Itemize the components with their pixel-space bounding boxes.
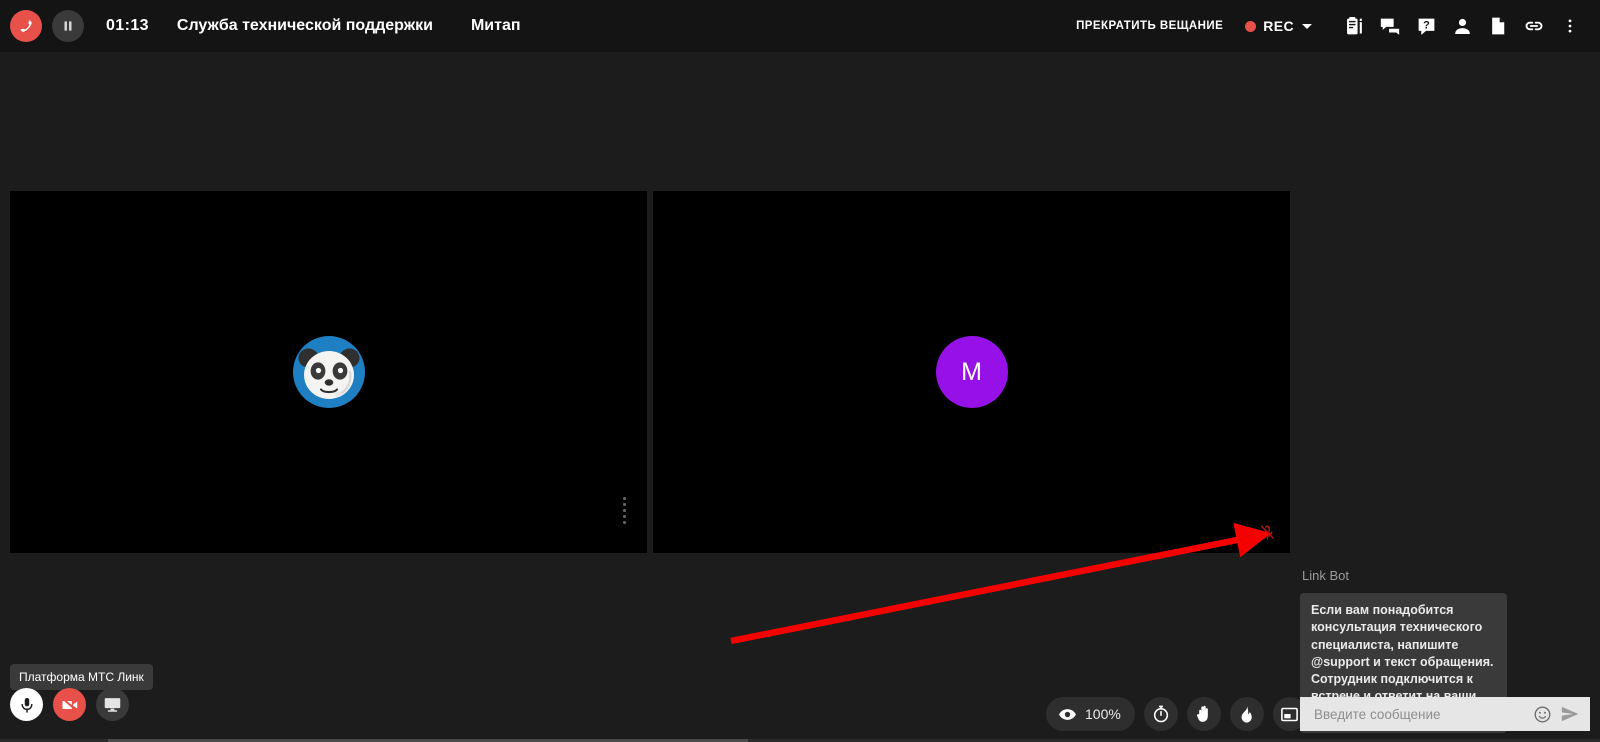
hangup-button[interactable] xyxy=(10,10,42,42)
chevron-down-icon xyxy=(1302,23,1312,29)
microphone-button[interactable] xyxy=(10,688,43,721)
panda-avatar-icon xyxy=(292,336,365,408)
chat-button[interactable] xyxy=(1372,8,1408,44)
meeting-app-window: 01:13 Служба технической поддержки Митап… xyxy=(0,0,1600,742)
recording-label: REC xyxy=(1263,18,1294,34)
camera-off-icon xyxy=(61,697,78,712)
meeting-timer: 01:13 xyxy=(106,17,149,34)
raised-hand-icon xyxy=(1196,705,1208,722)
screenshare-button[interactable] xyxy=(96,688,129,721)
zoom-level-label: 100% xyxy=(1085,706,1121,722)
meeting-title: Служба технической поддержки xyxy=(176,17,433,34)
bottom-center-controls: 100% xyxy=(1046,697,1307,731)
pause-icon xyxy=(64,21,72,31)
participants-person-icon xyxy=(1454,18,1470,34)
documents-button[interactable] xyxy=(1480,8,1516,44)
timer-button[interactable] xyxy=(1143,697,1178,731)
message-input[interactable] xyxy=(1314,706,1525,722)
kebab-dot xyxy=(623,509,626,512)
top-toolbar-right: ПРЕКРАТИТЬ ВЕЩАНИЕ REC ? xyxy=(1076,8,1600,44)
camera-button[interactable] xyxy=(53,688,86,721)
kebab-dot xyxy=(623,503,626,506)
questions-button[interactable]: ? xyxy=(1408,8,1444,44)
message-input-bar[interactable] xyxy=(1300,697,1590,731)
polls-button[interactable] xyxy=(1336,8,1372,44)
video-tile-panda[interactable] xyxy=(10,191,647,553)
phone-hangup-icon xyxy=(20,19,32,32)
send-paperplane-icon xyxy=(1561,706,1579,722)
flame-icon xyxy=(1241,705,1253,723)
documents-file-icon xyxy=(1492,17,1505,35)
video-tile-m[interactable]: M xyxy=(653,191,1290,553)
questions-icon: ? xyxy=(1418,18,1434,35)
kebab-dot xyxy=(623,515,626,518)
share-link-icon xyxy=(1525,21,1543,31)
meeting-subtitle: Митап xyxy=(470,17,521,34)
microphone-muted-icon xyxy=(1260,525,1274,540)
avatar-initial: M xyxy=(961,357,982,386)
chat-message-author: Link Bot xyxy=(1302,568,1349,583)
emoji-button[interactable] xyxy=(1533,705,1552,724)
recording-dot-icon xyxy=(1245,20,1257,32)
kebab-dot xyxy=(623,497,626,500)
viewers-zoom-button[interactable]: 100% xyxy=(1046,697,1135,731)
chat-bubbles-icon xyxy=(1380,18,1400,35)
more-kebab-icon xyxy=(1568,19,1572,33)
eye-icon xyxy=(1059,708,1076,720)
tile-mute-indicator xyxy=(1258,523,1276,541)
stopwatch-icon xyxy=(1153,705,1168,723)
platform-tooltip: Платформа МТС Линк xyxy=(10,664,153,690)
raise-hand-button[interactable] xyxy=(1186,697,1221,731)
monitor-icon xyxy=(104,698,121,712)
top-toolbar-left: 01:13 Служба технической поддержки Митап xyxy=(0,10,521,42)
participants-button[interactable] xyxy=(1444,8,1480,44)
svg-text:?: ? xyxy=(1423,19,1430,31)
more-options-button[interactable] xyxy=(1552,8,1588,44)
send-button[interactable] xyxy=(1560,704,1580,724)
layout-pip-icon xyxy=(1281,707,1299,721)
reaction-fire-button[interactable] xyxy=(1229,697,1264,731)
stop-broadcast-button[interactable]: ПРЕКРАТИТЬ ВЕЩАНИЕ xyxy=(1076,20,1223,32)
top-toolbar: 01:13 Служба технической поддержки Митап… xyxy=(0,0,1600,52)
recording-status-dropdown[interactable]: REC xyxy=(1245,18,1312,34)
pause-recording-button[interactable] xyxy=(52,10,84,42)
bottom-left-controls xyxy=(10,688,129,721)
avatar xyxy=(292,336,365,408)
kebab-dot xyxy=(623,521,626,524)
share-link-button[interactable] xyxy=(1516,8,1552,44)
microphone-icon xyxy=(20,697,33,713)
polls-clipboard-icon xyxy=(1346,16,1362,34)
tile-more-options-button[interactable] xyxy=(623,497,626,524)
avatar: M xyxy=(935,336,1008,408)
emoji-smiley-icon xyxy=(1534,706,1551,722)
